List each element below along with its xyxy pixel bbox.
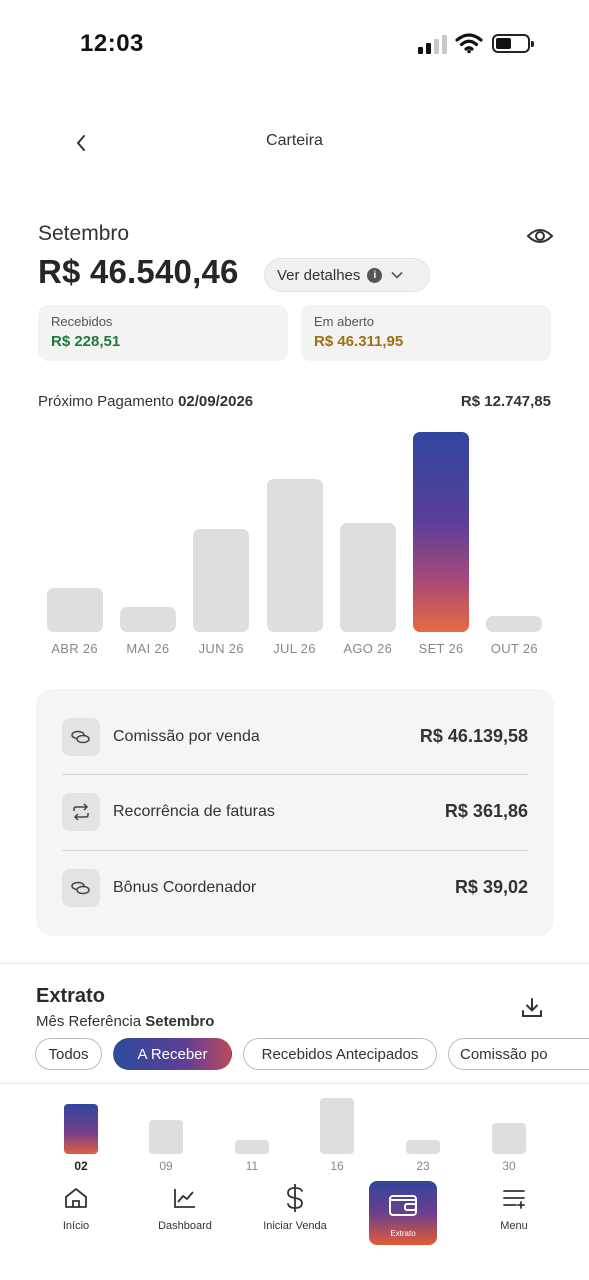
tab-extrato[interactable]: Extrato [369,1181,437,1245]
filter-chip-recebidos-antecipados[interactable]: Recebidos Antecipados [243,1038,437,1070]
commission-row-bonus[interactable]: Bônus Coordenador R$ 39,02 [62,850,528,925]
tab-menu[interactable]: Menu [469,1184,559,1232]
chart-bar[interactable] [339,523,396,632]
month-label: Setembro [38,222,130,245]
details-button[interactable]: Ver detalhes i [264,258,430,292]
tab-bar: Início Dashboard Iniciar Venda Extrato M… [0,1178,589,1248]
daily-bar-label: 09 [159,1159,173,1173]
daily-bar-chart: 02 09 11 16 23 30 [0,1093,589,1173]
battery-icon [492,34,534,53]
chart-bar[interactable] [119,607,176,632]
monthly-bar-chart: ABR 26 MAI 26 JUN 26 JUL 26 AGO 26 SET 26 OUT … [38,425,551,660]
chart-bar[interactable] [486,616,543,632]
chart-bar-label: AGO 26 [343,641,393,656]
daily-bar[interactable] [235,1140,269,1154]
commission-row-recurrence[interactable]: Recorrência de faturas R$ 361,86 [62,774,528,849]
next-payment: Próximo Pagamento 02/09/2026 [38,393,253,410]
extrato-reference: Mês Referência Setembro [36,1013,214,1030]
commission-amount: R$ 361,86 [444,801,528,821]
home-icon [31,1184,121,1212]
status-bar: 12:03 [0,0,589,90]
tab-label: Início [62,1220,90,1232]
status-time: 12:03 [80,30,144,57]
tab-iniciar-venda[interactable]: Iniciar Venda [250,1184,340,1232]
daily-bar[interactable] [406,1140,440,1154]
daily-bar[interactable] [320,1098,354,1154]
next-payment-amount: R$ 12.747,85 [460,393,551,410]
chart-line-icon [140,1184,230,1212]
received-label: Recebidos [51,314,113,329]
details-label: Ver detalhes [277,266,361,284]
chart-bar-label: MAI 26 [126,641,170,656]
chart-bar[interactable] [266,479,323,632]
signal-icon [418,34,448,54]
open-card: Em aberto R$ 46.311,95 [301,305,551,361]
info-icon: i [367,267,383,283]
next-payment-date: 02/09/2026 [178,393,254,410]
page-title: Carteira [266,132,323,149]
daily-bar[interactable] [149,1120,183,1154]
chart-bar[interactable] [46,588,103,632]
commission-amount: R$ 39,02 [454,877,528,897]
eye-icon[interactable] [526,226,554,246]
commission-name: Bônus Coordenador [113,878,257,896]
daily-bar[interactable] [492,1123,526,1154]
commission-name: Comissão por venda [113,727,260,745]
section-divider [0,1083,589,1084]
tab-dashboard[interactable]: Dashboard [140,1184,230,1232]
balance-amount: R$ 46.540,46 [38,253,239,290]
extrato-title: Extrato [36,985,105,1007]
received-value: R$ 228,51 [51,333,121,350]
chart-bar-label: OUT 26 [490,641,538,656]
commission-name: Recorrência de faturas [113,802,275,820]
reference-label: Mês Referência [36,1013,142,1030]
filter-chip-a-receber[interactable]: A Receber [113,1038,232,1070]
menu-icon [469,1184,559,1212]
coins-icon [62,868,100,907]
open-value: R$ 46.311,95 [314,333,404,350]
coins-icon [62,717,100,756]
reference-month: Setembro [145,1013,215,1030]
chart-bar[interactable] [413,432,470,632]
chart-bar-label: SET 26 [418,641,464,656]
repeat-icon [62,792,100,831]
tab-label: Iniciar Venda [263,1220,327,1232]
commission-row-sale[interactable]: Comissão por venda R$ 46.139,58 [62,699,528,774]
nav-header: Carteira [0,120,589,166]
chart-bar[interactable] [193,529,250,632]
wallet-icon [369,1187,437,1223]
tab-label: Menu [500,1220,528,1232]
chart-bar-label: JUN 26 [198,641,244,656]
received-card: Recebidos R$ 228,51 [38,305,288,361]
download-icon[interactable] [520,996,544,1020]
chart-bar-label: JUL 26 [273,641,316,656]
daily-bar-label: 11 [245,1159,259,1173]
tab-label: Dashboard [158,1220,212,1232]
section-divider [0,963,589,964]
chevron-down-icon [391,271,403,279]
commission-amount: R$ 46.139,58 [419,726,528,746]
daily-bar-label: 30 [502,1159,516,1173]
commission-panel: Comissão por venda R$ 46.139,58 Recorrên… [36,689,554,936]
wifi-icon [455,33,483,54]
chart-bar-label: ABR 26 [51,641,98,656]
filter-chip-comissao[interactable]: Comissão po [448,1038,589,1070]
daily-bar-label: 16 [330,1159,344,1173]
daily-bar-label: 02 [74,1159,88,1173]
tab-label: Extrato [390,1229,416,1238]
filter-chip-todos[interactable]: Todos [35,1038,102,1070]
dollar-icon [250,1184,340,1212]
daily-bar-label: 23 [416,1159,430,1173]
next-payment-label: Próximo Pagamento [38,393,174,410]
daily-bar[interactable] [64,1104,98,1154]
tab-inicio[interactable]: Início [31,1184,121,1232]
open-label: Em aberto [314,314,374,329]
